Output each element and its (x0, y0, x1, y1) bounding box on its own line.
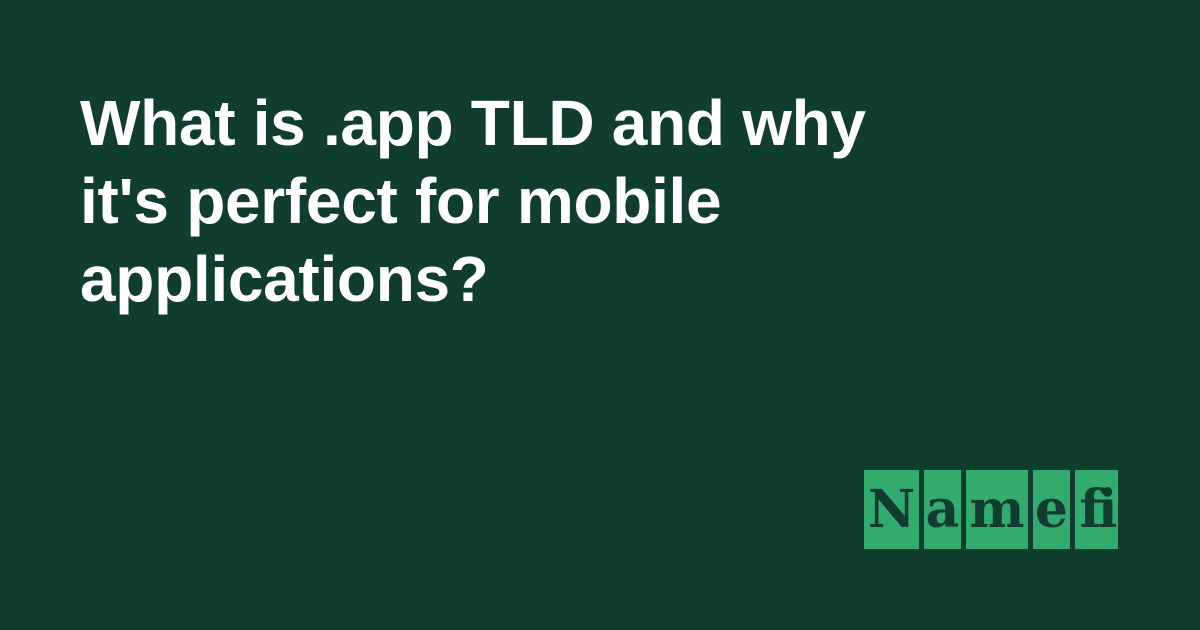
logo-tile: a (924, 470, 961, 549)
title-line: What is .app TLD and why (80, 87, 866, 159)
namefi-logo: N a m e fi (864, 470, 1118, 549)
logo-tile: e (1033, 470, 1070, 549)
page-title: What is .app TLD and why it's perfect fo… (80, 84, 1040, 318)
logo-tile: m (966, 470, 1028, 549)
title-line: it's perfect for mobile (80, 165, 722, 237)
logo-tile: fi (1075, 470, 1118, 549)
logo-tile: N (864, 470, 919, 549)
title-line: applications? (80, 243, 489, 315)
